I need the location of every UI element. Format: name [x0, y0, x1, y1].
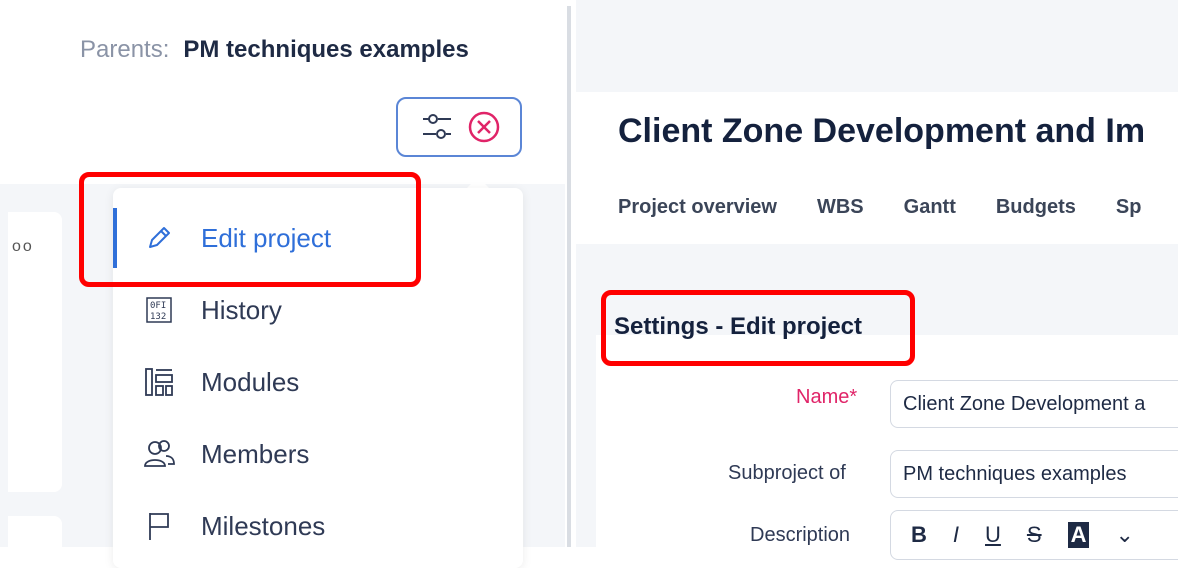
menu-item-label: Modules: [201, 366, 300, 397]
chevron-down-icon[interactable]: ⌄: [1115, 522, 1133, 548]
panel-divider[interactable]: [567, 6, 571, 547]
project-tabs: Project overview WBS Gantt Budgets Sp: [618, 196, 1178, 219]
project-actions-menu: Edit project 0FI 132 History Modules Mem…: [113, 188, 523, 568]
pencil-icon: [141, 220, 177, 256]
italic-button[interactable]: I: [953, 522, 959, 548]
subproject-label: Subproject of: [728, 462, 846, 484]
menu-item-label: Members: [201, 438, 310, 469]
project-header: Client Zone Development and Im Project o…: [576, 92, 1178, 244]
name-label: Name*: [796, 386, 858, 408]
tab-more[interactable]: Sp: [1116, 196, 1142, 219]
sliders-icon[interactable]: [417, 110, 457, 144]
history-icon: 0FI 132: [141, 292, 177, 328]
parents-label: Parents:: [80, 36, 170, 63]
bold-button[interactable]: B: [911, 522, 927, 548]
menu-item-history[interactable]: 0FI 132 History: [113, 280, 523, 340]
menu-item-modules[interactable]: Modules: [113, 352, 523, 412]
more-dots-icon[interactable]: oo: [12, 238, 34, 256]
right-panel: Client Zone Development and Im Project o…: [576, 0, 1178, 560]
svg-text:132: 132: [150, 312, 166, 322]
tab-project-overview[interactable]: Project overview: [618, 196, 777, 219]
menu-item-edit-project[interactable]: Edit project: [113, 208, 523, 268]
left-panel: Parents: PM techniques examples oo Edit …: [0, 0, 565, 568]
toolbar-toggle: [396, 97, 522, 157]
subproject-select[interactable]: PM techniques examples: [890, 450, 1178, 498]
tab-gantt[interactable]: Gantt: [904, 196, 956, 219]
text-color-button[interactable]: A: [1067, 522, 1090, 548]
project-card-2[interactable]: [8, 516, 62, 556]
close-circle-icon[interactable]: [466, 109, 502, 145]
tab-wbs[interactable]: WBS: [817, 196, 864, 219]
members-icon: [141, 436, 177, 472]
menu-item-label: Edit project: [201, 222, 332, 253]
name-input[interactable]: Client Zone Development a: [890, 380, 1178, 428]
modules-icon: [141, 364, 177, 400]
menu-item-milestones[interactable]: Milestones: [113, 496, 523, 556]
tab-budgets[interactable]: Budgets: [996, 196, 1076, 219]
parents-breadcrumb: Parents: PM techniques examples: [80, 36, 469, 64]
description-editor-toolbar: B I U S A ⌄: [890, 510, 1178, 560]
description-label: Description: [750, 524, 851, 546]
settings-title: Settings - Edit project: [614, 313, 863, 340]
strikethrough-button[interactable]: S: [1027, 522, 1042, 548]
parents-link[interactable]: PM techniques examples: [183, 36, 468, 63]
underline-button[interactable]: U: [985, 522, 1001, 548]
project-title: Client Zone Development and Im: [618, 112, 1146, 150]
flag-icon: [141, 508, 177, 544]
svg-text:0FI: 0FI: [150, 301, 166, 311]
menu-item-label: Milestones: [201, 510, 326, 541]
project-card[interactable]: oo: [8, 212, 62, 492]
menu-item-members[interactable]: Members: [113, 424, 523, 484]
menu-item-label: History: [201, 294, 282, 325]
